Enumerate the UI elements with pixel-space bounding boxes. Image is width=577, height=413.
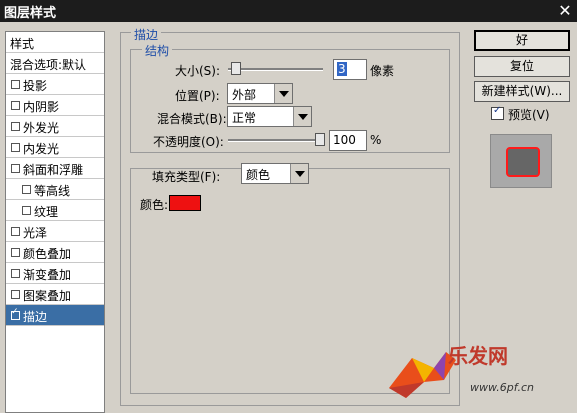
ok-button[interactable]: 好 <box>474 30 570 51</box>
sidebar-item-label: 等高线 <box>34 184 71 198</box>
sidebar-item[interactable]: 样式 <box>6 32 104 53</box>
preview-checkbox[interactable] <box>491 105 504 120</box>
blend-mode-value: 正常 <box>232 111 257 125</box>
sidebar-item[interactable]: 内发光 <box>6 137 104 158</box>
preview-swatch <box>506 147 540 177</box>
style-preview-thumbnail <box>490 134 552 188</box>
sidebar-item-checkbox[interactable] <box>11 269 20 278</box>
sidebar-item[interactable]: 颜色叠加 <box>6 242 104 263</box>
position-value: 外部 <box>232 88 257 102</box>
sidebar-item-label: 投影 <box>23 79 48 93</box>
sidebar-item[interactable]: 图案叠加 <box>6 284 104 305</box>
sidebar-item-label: 内发光 <box>23 142 60 156</box>
sidebar-item-checkbox[interactable] <box>11 248 20 257</box>
new-style-button[interactable]: 新建样式(W)... <box>474 81 570 102</box>
opacity-unit: % <box>370 133 382 147</box>
sidebar-item-checkbox[interactable] <box>11 164 20 173</box>
sidebar-item[interactable]: 渐变叠加 <box>6 263 104 284</box>
sidebar-item-label: 颜色叠加 <box>23 247 72 261</box>
opacity-slider-thumb[interactable] <box>315 133 325 146</box>
style-list: 样式混合选项:默认投影内阴影外发光内发光斜面和浮雕等高线纹理光泽颜色叠加渐变叠加… <box>5 31 105 413</box>
watermark-url: www.6pf.cn <box>470 381 534 394</box>
watermark-text: 乐发网 <box>448 344 508 368</box>
sidebar-item-label: 描边 <box>23 310 48 324</box>
structure-section-title: 结构 <box>142 42 173 59</box>
sidebar-item[interactable]: 外发光 <box>6 116 104 137</box>
close-icon[interactable]: ✕ <box>555 1 575 21</box>
sidebar-item-label: 图案叠加 <box>23 289 72 303</box>
size-slider-thumb[interactable] <box>230 62 241 75</box>
sidebar-item-label: 混合选项:默认 <box>10 58 87 72</box>
position-select[interactable]: 外部 <box>227 83 293 104</box>
opacity-label: 不透明度(O): <box>153 135 224 149</box>
color-label: 颜色: <box>140 198 169 212</box>
window-title: 图层样式 <box>4 6 57 21</box>
sidebar-item[interactable]: 等高线 <box>6 179 104 200</box>
stroke-section-title: 描边 <box>131 26 162 43</box>
blend-mode-select[interactable]: 正常 <box>227 106 312 127</box>
sidebar-item[interactable]: 光泽 <box>6 221 104 242</box>
sidebar-item[interactable]: 混合选项:默认 <box>6 53 104 74</box>
sidebar-item-label: 外发光 <box>23 121 60 135</box>
sidebar-item[interactable]: 纹理 <box>6 200 104 221</box>
sidebar-item[interactable]: 描边 <box>6 305 104 326</box>
sidebar-item-checkbox[interactable] <box>11 290 20 299</box>
chevron-down-icon[interactable] <box>274 84 292 103</box>
blend-mode-label: 混合模式(B): <box>157 112 227 126</box>
size-input[interactable]: 3 <box>333 59 367 80</box>
size-label: 大小(S): <box>175 64 221 78</box>
sidebar-item-label: 渐变叠加 <box>23 268 72 282</box>
sidebar-item-label: 斜面和浮雕 <box>23 163 84 177</box>
size-slider-track[interactable] <box>228 68 323 71</box>
sidebar-item[interactable]: 斜面和浮雕 <box>6 158 104 179</box>
fill-type-select[interactable]: 颜色 <box>241 163 309 184</box>
chevron-down-icon[interactable] <box>290 164 308 183</box>
title-bar: 图层样式 ✕ <box>0 0 577 22</box>
sidebar-item-checkbox[interactable] <box>22 185 31 194</box>
position-label: 位置(P): <box>175 89 220 103</box>
sidebar-item-label: 样式 <box>10 37 35 51</box>
preview-label[interactable]: 预览(V) <box>508 106 550 123</box>
stroke-color-swatch[interactable] <box>169 195 201 211</box>
opacity-slider-track[interactable] <box>228 139 323 142</box>
sidebar-item-checkbox[interactable] <box>11 80 20 89</box>
sidebar-item[interactable]: 投影 <box>6 74 104 95</box>
sidebar-item-checkbox[interactable] <box>11 307 20 320</box>
fill-type-label: 填充类型(F): <box>152 170 221 184</box>
size-unit: 像素 <box>370 64 395 78</box>
sidebar-item[interactable]: 内阴影 <box>6 95 104 116</box>
sidebar-item-checkbox[interactable] <box>22 206 31 215</box>
sidebar-item-checkbox[interactable] <box>11 101 20 110</box>
sidebar-item-checkbox[interactable] <box>11 122 20 131</box>
sidebar-item-label: 纹理 <box>34 205 59 219</box>
opacity-value: 100 <box>333 133 356 147</box>
reset-button[interactable]: 复位 <box>474 56 570 77</box>
size-value: 3 <box>337 62 347 76</box>
sidebar-item-checkbox[interactable] <box>11 143 20 152</box>
sidebar-item-checkbox[interactable] <box>11 227 20 236</box>
opacity-input[interactable]: 100 <box>329 130 367 151</box>
chevron-down-icon[interactable] <box>293 107 311 126</box>
sidebar-item-label: 光泽 <box>23 226 48 240</box>
sidebar-item-label: 内阴影 <box>23 100 60 114</box>
fill-type-value: 颜色 <box>246 168 271 182</box>
